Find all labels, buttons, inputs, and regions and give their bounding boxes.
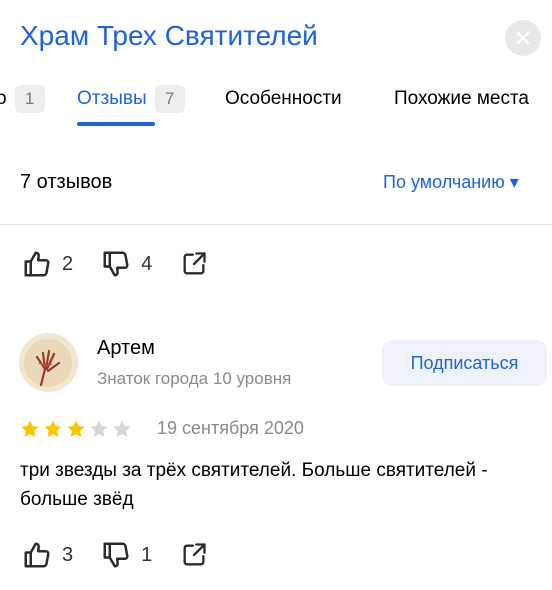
tab-count: 1 bbox=[14, 85, 45, 113]
share-icon bbox=[183, 252, 206, 275]
star-empty-icon bbox=[90, 420, 108, 437]
tab-features[interactable]: Особенности bbox=[225, 84, 342, 114]
like-count: 2 bbox=[62, 252, 74, 275]
share-button[interactable] bbox=[180, 541, 208, 569]
sort-dropdown[interactable]: По умолчанию ▾ bbox=[383, 172, 519, 193]
tab-label: Особенности bbox=[225, 88, 342, 109]
star-filled-icon bbox=[21, 420, 39, 437]
review-actions: 3 1 bbox=[22, 538, 208, 572]
star-filled-icon bbox=[67, 420, 85, 437]
dislike-count: 1 bbox=[141, 543, 153, 566]
prev-review-actions: 2 4 bbox=[22, 247, 208, 281]
thumbs-down-icon bbox=[103, 542, 129, 568]
star-empty-icon bbox=[113, 420, 131, 437]
tab-photos[interactable]: о 1 bbox=[0, 84, 45, 114]
thumbs-down-icon bbox=[103, 251, 129, 277]
close-button[interactable] bbox=[505, 20, 541, 56]
tab-count: 7 bbox=[154, 85, 185, 113]
share-button[interactable] bbox=[180, 250, 208, 278]
thumbs-up-icon bbox=[24, 542, 50, 568]
close-icon bbox=[516, 31, 530, 45]
share-icon bbox=[183, 543, 206, 566]
like-count: 3 bbox=[62, 543, 74, 566]
dislike-count: 4 bbox=[141, 252, 153, 275]
author-level: Знаток города 10 уровня bbox=[97, 369, 292, 388]
tab-label: Отзывы bbox=[77, 88, 147, 109]
dislike-button[interactable]: 4 bbox=[101, 249, 152, 279]
active-tab-indicator bbox=[77, 122, 155, 126]
like-button[interactable]: 3 bbox=[22, 540, 73, 570]
tab-bar: о 1 Отзывы 7 Особенности Похожие места bbox=[0, 84, 552, 128]
divider bbox=[0, 224, 552, 225]
tab-label: о bbox=[0, 88, 7, 109]
rating-stars bbox=[20, 419, 132, 439]
tab-label: Похожие места bbox=[394, 88, 530, 109]
review-author[interactable]: Артем bbox=[97, 337, 155, 360]
tab-similar-places[interactable]: Похожие места bbox=[394, 84, 529, 114]
avatar-image bbox=[19, 333, 78, 392]
page-title: Храм Трех Святителей bbox=[20, 20, 318, 51]
subscribe-button[interactable]: Подписаться bbox=[382, 340, 547, 386]
avatar[interactable] bbox=[19, 333, 78, 392]
reviews-count: 7 отзывов bbox=[20, 171, 113, 193]
star-filled-icon bbox=[44, 420, 62, 437]
dislike-button[interactable]: 1 bbox=[101, 540, 152, 570]
thumbs-up-icon bbox=[24, 251, 50, 277]
like-button[interactable]: 2 bbox=[22, 249, 73, 279]
review-text: три звезды за трёх святителей. Больше св… bbox=[20, 460, 488, 510]
review-date: 19 сентября 2020 bbox=[157, 418, 304, 438]
tab-reviews[interactable]: Отзывы 7 bbox=[77, 84, 185, 114]
